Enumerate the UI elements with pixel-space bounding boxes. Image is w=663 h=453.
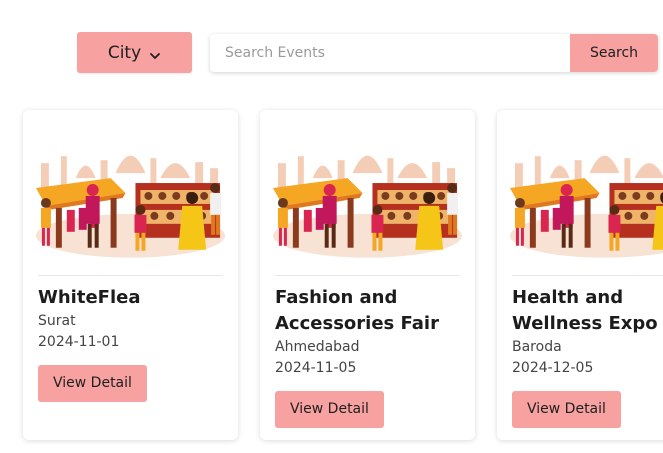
event-date: 2024-11-05	[275, 360, 357, 376]
event-city: Baroda	[512, 339, 562, 355]
market-illustration	[268, 118, 467, 268]
event-meta: Ahmedabad 2024-11-05 View Detail	[275, 337, 465, 428]
view-detail-button[interactable]: View Detail	[275, 391, 384, 428]
event-title: Health and Wellness Expo	[512, 287, 658, 334]
event-title: WhiteFlea	[38, 287, 141, 308]
market-illustration	[31, 118, 230, 268]
event-card: Health and Wellness Expo Baroda 2024-12-…	[497, 110, 663, 440]
events-page: City Search WhiteFlea Surat 2024-11-01 V…	[0, 0, 663, 453]
card-divider	[275, 275, 460, 276]
market-illustration	[505, 118, 663, 268]
view-detail-button[interactable]: View Detail	[512, 391, 621, 428]
event-card-list: WhiteFlea Surat 2024-11-01 View Detail F…	[0, 0, 663, 453]
event-card: WhiteFlea Surat 2024-11-01 View Detail	[23, 110, 238, 440]
event-city: Surat	[38, 313, 76, 329]
event-date: 2024-12-05	[512, 360, 594, 376]
card-divider	[38, 275, 223, 276]
event-city: Ahmedabad	[275, 339, 360, 355]
event-title: Fashion and Accessories Fair	[275, 287, 439, 334]
event-meta: Baroda 2024-12-05 View Detail	[512, 337, 663, 428]
event-meta: Surat 2024-11-01 View Detail	[38, 311, 228, 402]
card-divider	[512, 275, 663, 276]
event-date: 2024-11-01	[38, 334, 120, 350]
event-card: Fashion and Accessories Fair Ahmedabad 2…	[260, 110, 475, 440]
view-detail-button[interactable]: View Detail	[38, 365, 147, 402]
